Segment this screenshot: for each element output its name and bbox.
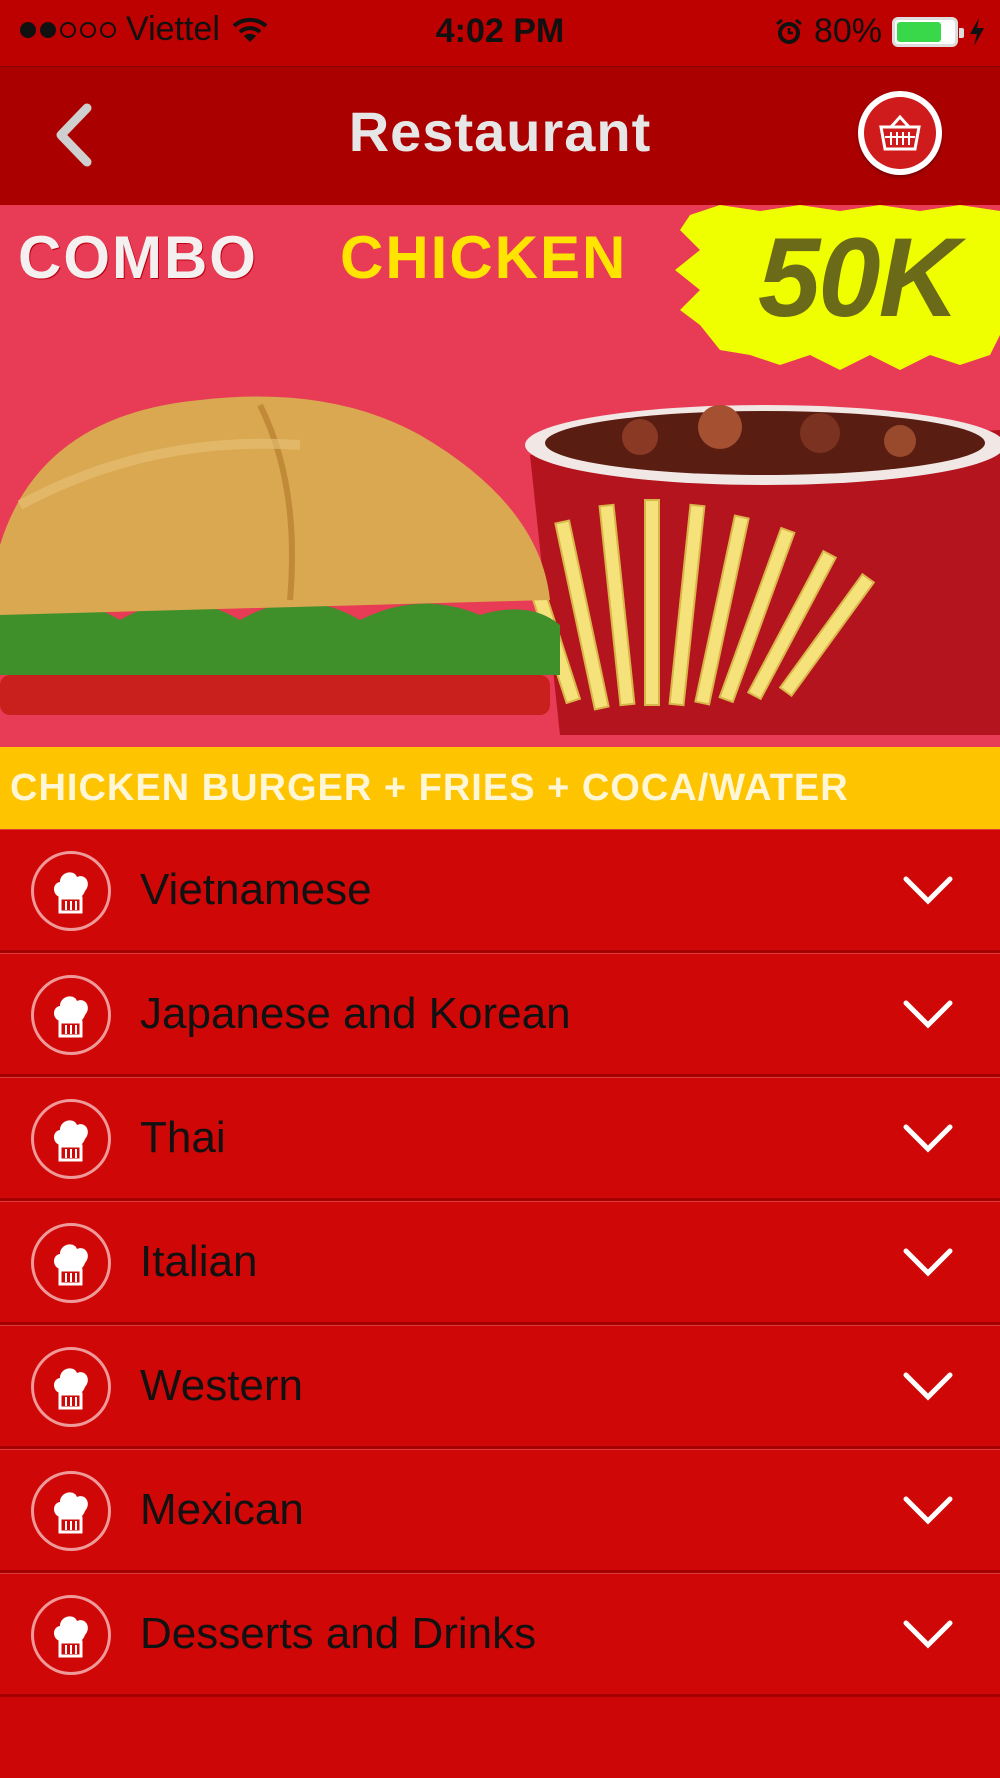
page-title: Restaurant [348, 100, 652, 163]
banner-combo-text: COMBO [18, 224, 258, 291]
status-bar: Viettel 4:02 PM 80% [0, 0, 1000, 66]
menu-item-mexican[interactable]: Mexican [0, 1449, 1000, 1573]
basket-icon [879, 114, 921, 151]
battery-percent: 80% [813, 12, 882, 50]
app-screen: Viettel 4:02 PM 80% Restaurant COMBO CHI… [0, 0, 1000, 1778]
menu-item-label: Thai [140, 1113, 226, 1162]
chevron-down-icon [903, 1248, 953, 1277]
chef-hat-icon [31, 1595, 111, 1675]
banner-price: 50K [758, 215, 959, 340]
menu-item-label: Vietnamese [140, 865, 372, 914]
menu-item-label: Italian [140, 1237, 258, 1286]
charging-icon [970, 17, 984, 46]
promo-banner[interactable]: COMBO CHICKEN 50K CHICKEN BURGER + FRIES… [0, 205, 1000, 829]
banner-strip: CHICKEN BURGER + FRIES + COCA/WATER [0, 747, 1000, 829]
menu-item-label: Western [140, 1361, 304, 1410]
menu-item-italian[interactable]: Italian [0, 1201, 1000, 1325]
chef-hat-icon [31, 851, 111, 931]
chevron-down-icon [903, 1124, 953, 1153]
menu-item-thai[interactable]: Thai [0, 1077, 1000, 1201]
chef-hat-icon [31, 1223, 111, 1303]
chef-hat-icon [31, 1099, 111, 1179]
battery-fill [897, 21, 941, 42]
chef-hat-icon [31, 975, 111, 1055]
cuisine-menu-list: Vietnamese Japanese and Korean Thai Ital… [0, 829, 1000, 1697]
chevron-down-icon [903, 1496, 953, 1525]
chevron-down-icon [903, 1000, 953, 1029]
battery-icon [892, 16, 964, 47]
chevron-down-icon [903, 1620, 953, 1649]
chef-hat-icon [31, 1471, 111, 1551]
chevron-down-icon [903, 1372, 953, 1401]
menu-item-desserts-drinks[interactable]: Desserts and Drinks [0, 1573, 1000, 1697]
alarm-icon [776, 18, 802, 44]
menu-item-vietnamese[interactable]: Vietnamese [0, 829, 1000, 953]
menu-item-label: Japanese and Korean [140, 989, 571, 1038]
navigation-bar: Restaurant [0, 66, 1000, 206]
chef-hat-icon [31, 1347, 111, 1427]
banner-chicken-text: CHICKEN [340, 224, 628, 291]
banner-strip-text: CHICKEN BURGER + FRIES + COCA/WATER [10, 767, 849, 809]
chevron-down-icon [903, 876, 953, 905]
menu-item-japanese-korean[interactable]: Japanese and Korean [0, 953, 1000, 1077]
menu-item-label: Mexican [140, 1485, 304, 1534]
cart-button[interactable] [858, 91, 942, 175]
menu-item-label: Desserts and Drinks [140, 1609, 537, 1658]
status-right: 80% [774, 12, 986, 51]
menu-item-western[interactable]: Western [0, 1325, 1000, 1449]
